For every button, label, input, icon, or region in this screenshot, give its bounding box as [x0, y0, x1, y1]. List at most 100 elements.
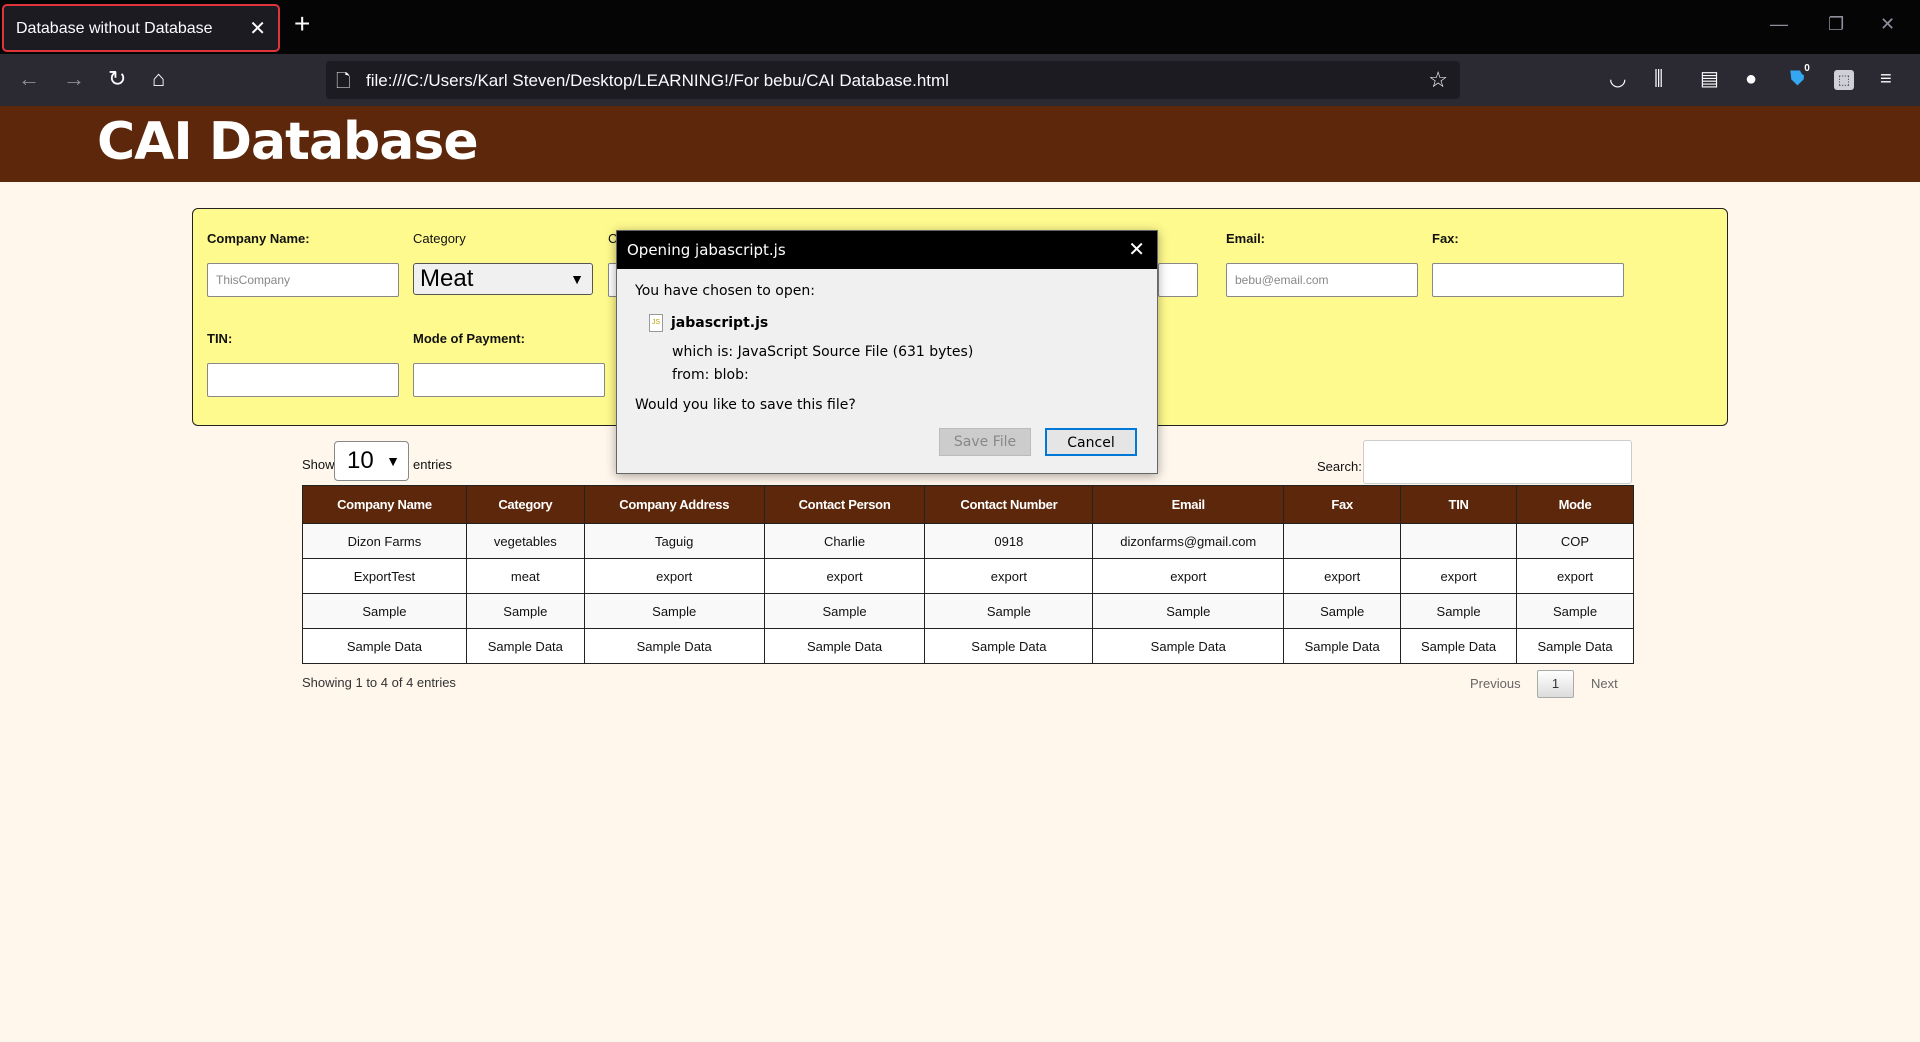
page-header: CAI Database	[0, 106, 1920, 182]
dialog-close-icon[interactable]: ✕	[1128, 237, 1145, 262]
table-cell: Sample Data	[1400, 628, 1518, 664]
dialog-file-type: which is: JavaScript Source File (631 by…	[672, 344, 974, 360]
column-header[interactable]: Category	[465, 485, 585, 524]
extension-app-icon[interactable]: ⬚	[1834, 70, 1854, 90]
table-cell: Sample Data	[1516, 628, 1634, 664]
table-cell: vegetables	[465, 523, 585, 559]
category-label: Category	[413, 231, 466, 246]
email-input[interactable]: bebu@email.com	[1226, 263, 1418, 297]
table-cell: export	[1516, 558, 1634, 594]
table-cell: Sample Data	[1283, 628, 1402, 664]
tin-input[interactable]	[207, 363, 399, 397]
page-title: CAI Database	[97, 112, 479, 172]
entries-length-value: 10	[347, 447, 374, 474]
category-select[interactable]: Meat ▼	[413, 263, 593, 295]
dialog-file-source: from: blob:	[672, 367, 749, 383]
table-cell: Sample	[1400, 593, 1518, 629]
browser-nav-bar: ← → ↻ ⌂ 🗋 file:///C:/Users/Karl Steven/D…	[0, 54, 1920, 106]
table-cell: Sample	[1092, 593, 1285, 629]
menu-icon[interactable]: ≡	[1880, 68, 1892, 90]
library-icon[interactable]: ⫼	[1654, 68, 1663, 90]
back-icon[interactable]: ←	[18, 66, 40, 92]
table-cell	[1400, 523, 1518, 559]
table-info: Showing 1 to 4 of 4 entries	[302, 675, 456, 690]
column-header[interactable]: Mode	[1516, 485, 1634, 524]
column-header[interactable]: Company Name	[302, 485, 467, 524]
sidebar-icon[interactable]: ▤	[1700, 68, 1719, 90]
cancel-button[interactable]: Cancel	[1045, 428, 1137, 456]
pocket-icon[interactable]: ◡	[1609, 68, 1626, 90]
show-label: Show	[302, 457, 335, 472]
table-cell: meat	[465, 558, 585, 594]
table-cell: Sample	[302, 593, 467, 629]
table-header-row: Company Name Category Company Address Co…	[302, 485, 1634, 524]
dialog-file-name: jabascript.js	[671, 315, 769, 331]
browser-tab-bar: Database without Database ✕ + — ❐ ✕	[0, 0, 1920, 54]
search-label: Search:	[1317, 459, 1362, 474]
browser-tab[interactable]: Database without Database ✕	[2, 4, 280, 52]
entries-label: entries	[413, 457, 453, 472]
column-header[interactable]: Email	[1092, 485, 1285, 524]
table-row[interactable]: ExportTest meat export export export exp…	[302, 558, 1634, 594]
fax-label: Fax:	[1432, 231, 1459, 246]
dialog-intro: You have chosen to open:	[635, 283, 815, 299]
reload-icon[interactable]: ↻	[108, 66, 126, 92]
table-cell: export	[583, 558, 765, 594]
open-file-dialog: Opening jabascript.js ✕ You have chosen …	[616, 230, 1158, 474]
page-icon: 🗋	[336, 71, 351, 91]
minimize-icon[interactable]: —	[1770, 14, 1788, 35]
table-cell	[1283, 523, 1402, 559]
search-input[interactable]	[1363, 440, 1632, 484]
table-cell: Taguig	[583, 523, 765, 559]
dialog-title: Opening jabascript.js	[627, 241, 786, 259]
account-icon[interactable]: ●	[1745, 68, 1757, 90]
company-name-input[interactable]: ThisCompany	[207, 263, 399, 297]
table-cell: Sample	[465, 593, 585, 629]
forward-icon[interactable]: →	[63, 66, 85, 92]
column-header[interactable]: Company Address	[583, 485, 765, 524]
table-cell: Sample	[763, 593, 926, 629]
table-cell: dizonfarms@gmail.com	[1092, 523, 1285, 559]
table-cell: Sample Data	[583, 628, 765, 664]
restore-icon[interactable]: ❐	[1828, 14, 1844, 35]
table-cell: Dizon Farms	[302, 523, 467, 559]
dialog-titlebar: Opening jabascript.js ✕	[617, 231, 1157, 269]
table-cell: 0918	[924, 523, 1094, 559]
column-header[interactable]: Contact Number	[924, 485, 1094, 524]
category-selected-value: Meat	[420, 265, 474, 292]
next-page-button[interactable]: Next	[1591, 676, 1618, 691]
url-bar[interactable]: 🗋 file:///C:/Users/Karl Steven/Desktop/L…	[326, 61, 1460, 99]
table-row[interactable]: Dizon Farms vegetables Taguig Charlie 09…	[302, 523, 1634, 559]
data-table: Company Name Category Company Address Co…	[302, 485, 1634, 664]
table-cell: Sample	[1283, 593, 1402, 629]
partial-input-right[interactable]	[1158, 263, 1198, 297]
home-icon[interactable]: ⌂	[152, 66, 165, 92]
table-cell: export	[924, 558, 1094, 594]
window-close-icon[interactable]: ✕	[1880, 14, 1895, 35]
table-cell: Charlie	[763, 523, 926, 559]
tab-title: Database without Database	[16, 20, 213, 37]
new-tab-button[interactable]: +	[294, 10, 310, 38]
column-header[interactable]: Fax	[1283, 485, 1402, 524]
table-cell: Sample	[924, 593, 1094, 629]
table-cell: ExportTest	[302, 558, 467, 594]
column-header[interactable]: Contact Person	[763, 485, 926, 524]
page-1-button[interactable]: 1	[1537, 670, 1574, 698]
mode-of-payment-input[interactable]	[413, 363, 605, 397]
table-cell: COP	[1516, 523, 1634, 559]
column-header[interactable]: TIN	[1400, 485, 1518, 524]
table-cell: Sample	[1516, 593, 1634, 629]
fax-input[interactable]	[1432, 263, 1624, 297]
previous-page-button[interactable]: Previous	[1470, 676, 1521, 691]
table-cell: Sample Data	[763, 628, 926, 664]
tin-label: TIN:	[207, 331, 233, 346]
table-cell: Sample Data	[1092, 628, 1285, 664]
url-text[interactable]: file:///C:/Users/Karl Steven/Desktop/LEA…	[366, 71, 949, 91]
tab-close-icon[interactable]: ✕	[249, 16, 266, 41]
table-row[interactable]: Sample Sample Sample Sample Sample Sampl…	[302, 593, 1634, 629]
entries-length-select[interactable]: 10 ▼	[334, 441, 409, 481]
table-cell: Sample Data	[924, 628, 1094, 664]
table-row[interactable]: Sample Data Sample Data Sample Data Samp…	[302, 628, 1634, 664]
save-file-button[interactable]: Save File	[939, 428, 1031, 456]
bookmark-star-icon[interactable]: ☆	[1428, 67, 1448, 93]
